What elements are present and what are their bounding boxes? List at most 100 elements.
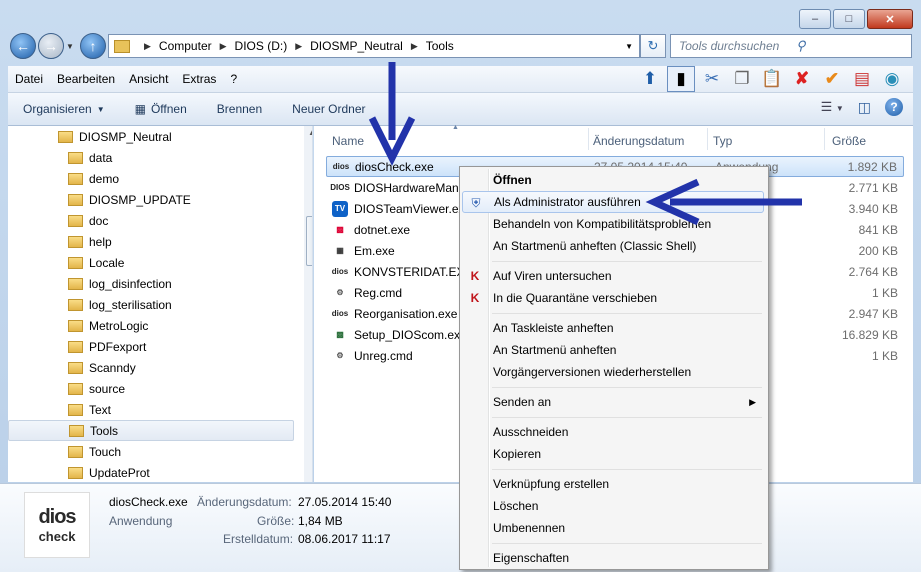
organize-button[interactable]: Organisieren ▼ (8, 102, 120, 116)
close-button[interactable]: ✕ (867, 9, 913, 29)
scroll-up-icon[interactable]: ▲ (308, 128, 312, 137)
menu-item-pin-taskbar[interactable]: An Taskleiste anheften (462, 317, 764, 339)
folder-icon (68, 382, 83, 395)
tree-item-metrologic[interactable]: MetroLogic (68, 315, 148, 336)
menu-datei[interactable]: Datei (8, 72, 50, 86)
tree-item-label: Text (89, 402, 112, 417)
menu-item-send-to[interactable]: Senden an ▶ (462, 391, 764, 413)
file-name: Setup_DIOScom.exe (354, 327, 464, 342)
minimize-button[interactable]: – (799, 9, 831, 29)
file-size: 1.892 KB (847, 159, 897, 174)
tree-item-updateprot[interactable]: UpdateProt (68, 462, 150, 482)
menu-item-open[interactable]: Öffnen (462, 169, 764, 191)
tree-item-demo[interactable]: demo (68, 168, 119, 189)
copy-icon[interactable]: ❐ (729, 67, 755, 91)
preview-pane-icon[interactable]: ◫ (858, 99, 871, 116)
tree-item-doc[interactable]: doc (68, 210, 108, 231)
search-icon[interactable]: ⚲ (796, 38, 905, 54)
menu-item-delete[interactable]: Löschen (462, 495, 764, 517)
search-box[interactable]: Tools durchsuchen ⚲ (670, 34, 912, 58)
menu-item-properties[interactable]: Eigenschaften (462, 547, 764, 569)
tree-item-label: DIOSMP_Neutral (79, 129, 172, 144)
tree-item-tools[interactable]: Tools (8, 420, 294, 441)
breadcrumb-diosmp[interactable]: DIOSMP_Neutral (310, 39, 403, 53)
tree-item-text[interactable]: Text (68, 399, 111, 420)
breadcrumb-separator-icon[interactable]: ▶ (220, 41, 227, 52)
menu-item-label: An Startmenü anheften (Classic Shell) (493, 239, 697, 253)
menu-item-pin-start[interactable]: An Startmenü anheften (462, 339, 764, 361)
file-size: 841 KB (858, 222, 898, 237)
menu-extras[interactable]: Extras (175, 72, 223, 86)
column-divider[interactable] (824, 128, 825, 150)
menu-item-create-shortcut[interactable]: Verknüpfung erstellen (462, 473, 764, 495)
forward-button[interactable]: → (38, 33, 64, 59)
scissors-icon[interactable]: ✂ (699, 67, 725, 91)
tree-item-locale[interactable]: Locale (68, 252, 124, 273)
column-header-type[interactable]: Typ (713, 130, 732, 152)
file-size: 1 KB (871, 285, 898, 300)
delete-x-icon[interactable]: ✘ (789, 67, 815, 91)
recent-pages-dropdown-icon[interactable]: ▼ (66, 42, 74, 51)
properties-card-icon[interactable]: ▤ (849, 67, 875, 91)
address-dropdown-icon[interactable]: ▼ (625, 42, 633, 51)
help-icon[interactable]: ? (885, 98, 903, 116)
menu-item-rename[interactable]: Umbenennen (462, 517, 764, 539)
maximize-button[interactable]: □ (833, 9, 865, 29)
panes-icon[interactable]: ▮ (667, 66, 695, 92)
menu-item-label: An Taskleiste anheften (493, 321, 614, 335)
up-folder-button[interactable]: ↑ (80, 33, 106, 59)
menu-item-cut[interactable]: Ausschneiden (462, 421, 764, 443)
tree-item-log_sterilisation[interactable]: log_sterilisation (68, 294, 172, 315)
paste-icon[interactable]: 📋 (759, 67, 785, 91)
menu-help[interactable]: ? (223, 72, 244, 86)
tree-item-log_disinfection[interactable]: log_disinfection (68, 273, 172, 294)
details-size-value: 1,84 MB (298, 514, 343, 528)
tree-item-scanndy[interactable]: Scanndy (68, 357, 136, 378)
tree-item-pdfexport[interactable]: PDFexport (68, 336, 146, 357)
shell-icon[interactable]: ◉ (879, 67, 905, 91)
tree-item-root[interactable]: DIOSMP_Neutral (58, 126, 172, 147)
folder-icon (114, 39, 130, 53)
checkmark-icon[interactable]: ✔ (819, 67, 845, 91)
tree-item-source[interactable]: source (68, 378, 125, 399)
up-arrow-icon[interactable]: ⬆ (637, 67, 663, 91)
column-divider[interactable] (588, 128, 589, 150)
tree-item-diosmp_update[interactable]: DIOSMP_UPDATE (68, 189, 191, 210)
menu-item-restore-versions[interactable]: Vorgängerversionen wiederherstellen (462, 361, 764, 383)
folder-icon (58, 130, 73, 143)
menu-item-pin-start-classic[interactable]: An Startmenü anheften (Classic Shell) (462, 235, 764, 257)
breadcrumb-drive[interactable]: DIOS (D:) (235, 39, 288, 53)
address-bar[interactable]: ▶ Computer ▶ DIOS (D:) ▶ DIOSMP_Neutral … (108, 34, 640, 58)
search-input[interactable]: Tools durchsuchen (679, 39, 788, 53)
column-header-size[interactable]: Größe (832, 130, 866, 152)
view-options-icon[interactable]: ☰ ▼ (821, 99, 844, 115)
column-header-date[interactable]: Änderungsdatum (593, 130, 684, 152)
nav-scrollbar[interactable]: ▲ (304, 126, 312, 482)
back-button[interactable]: ← (10, 33, 36, 59)
breadcrumb-separator-icon[interactable]: ▶ (295, 41, 302, 52)
breadcrumb-separator-icon[interactable]: ▶ (411, 41, 418, 52)
breadcrumb-computer[interactable]: Computer (159, 39, 212, 53)
menu-item-scan-virus[interactable]: K Auf Viren untersuchen (462, 265, 764, 287)
menu-item-copy[interactable]: Kopieren (462, 443, 764, 465)
tree-item-touch[interactable]: Touch (68, 441, 121, 462)
open-button[interactable]: ▦ Öffnen (120, 102, 202, 116)
folder-icon (68, 214, 83, 227)
file-size: 2.771 KB (848, 180, 898, 195)
open-label: Öffnen (150, 102, 187, 116)
scrollbar-thumb[interactable] (306, 216, 312, 266)
menu-item-quarantine[interactable]: K In die Quarantäne verschieben (462, 287, 764, 309)
tree-item-data[interactable]: data (68, 147, 112, 168)
menu-item-run-as-admin[interactable]: ⛨ Als Administrator ausführen (462, 191, 764, 213)
column-divider[interactable] (707, 128, 708, 150)
column-header-name[interactable]: Name (332, 130, 364, 152)
breadcrumb-tools[interactable]: Tools (426, 39, 454, 53)
menu-bearbeiten[interactable]: Bearbeiten (50, 72, 122, 86)
burn-button[interactable]: Brennen (202, 102, 277, 116)
breadcrumb-separator-icon[interactable]: ▶ (144, 41, 151, 52)
tree-item-help[interactable]: help (68, 231, 112, 252)
new-folder-button[interactable]: Neuer Ordner (277, 102, 380, 116)
refresh-button[interactable]: ↻ (640, 34, 666, 58)
menu-item-compat[interactable]: Behandeln von Kompatibilitätsproblemen (462, 213, 764, 235)
menu-ansicht[interactable]: Ansicht (122, 72, 175, 86)
